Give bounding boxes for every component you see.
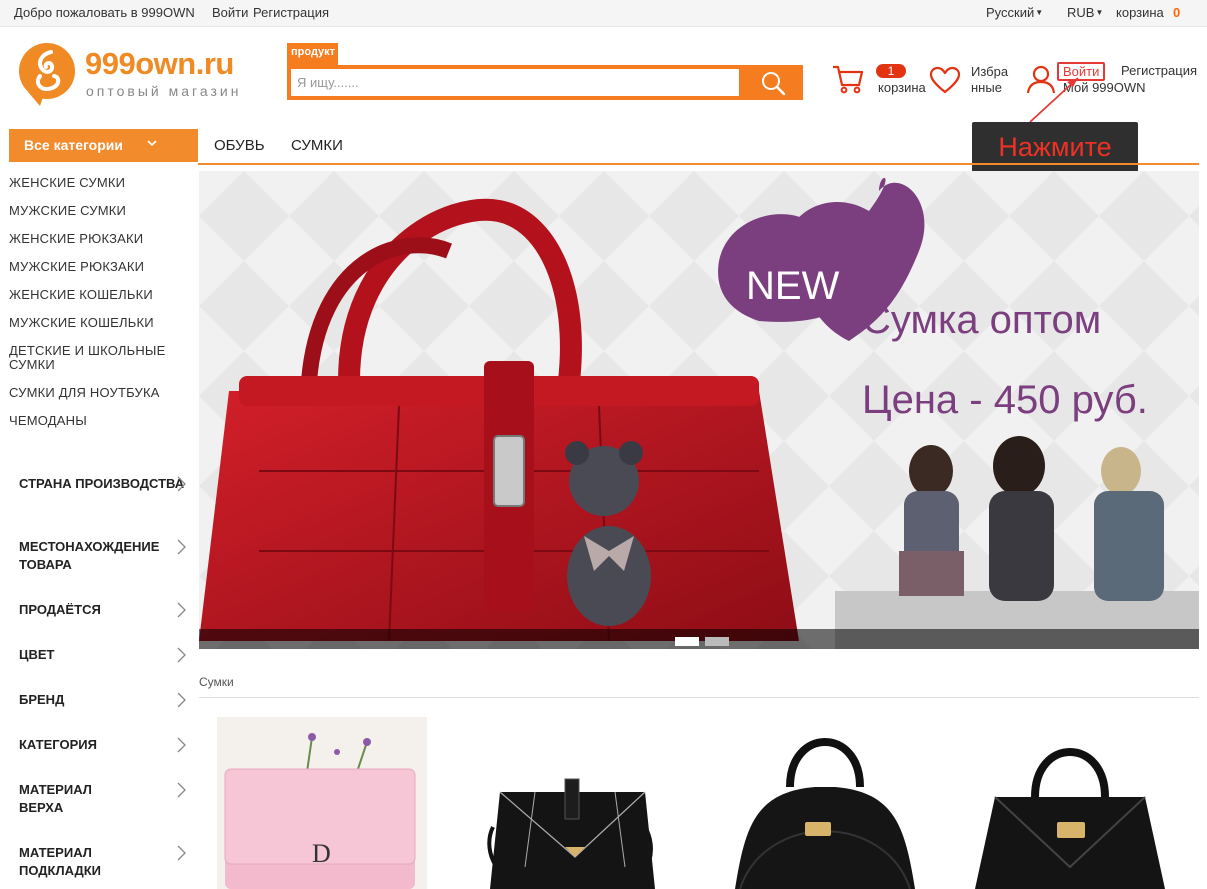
chevron-right-icon xyxy=(177,539,186,555)
banner-price: Цена - 450 руб. xyxy=(862,378,1148,422)
chevron-right-icon xyxy=(177,476,186,492)
filter-category[interactable]: КАТЕГОРИЯ xyxy=(19,736,189,754)
filter-lining-material[interactable]: МАТЕРИАЛ ПОДКЛАДКИ xyxy=(19,844,186,880)
chevron-right-icon xyxy=(177,602,186,618)
search-bar xyxy=(287,65,803,100)
chevron-right-icon xyxy=(177,737,186,753)
heart-icon[interactable] xyxy=(929,66,961,94)
section-divider xyxy=(199,697,1199,698)
logo-icon[interactable] xyxy=(18,42,76,106)
pointer-arrow-icon xyxy=(1029,77,1079,123)
category-link[interactable]: ЧЕМОДАНЫ xyxy=(9,414,179,428)
caret-down-icon: ▼ xyxy=(1035,8,1044,17)
filter-color[interactable]: ЦВЕТ xyxy=(19,646,189,664)
search-scope-tab[interactable]: продукт xyxy=(287,43,339,65)
top-login-link[interactable]: Войти xyxy=(212,5,248,20)
category-link[interactable]: СУМКИ ДЛЯ НОУТБУКА xyxy=(9,386,179,400)
product-image-black-envelope-bag xyxy=(465,717,675,889)
search-icon xyxy=(762,71,786,95)
cart-link[interactable]: корзина xyxy=(878,80,926,95)
register-link[interactable]: Регистрация xyxy=(1121,63,1197,78)
product-image-black-satchel xyxy=(715,717,925,889)
banner-new-badge: NEW xyxy=(746,264,840,308)
search-button[interactable] xyxy=(743,65,803,100)
product-card[interactable] xyxy=(465,717,675,889)
filter-country[interactable]: СТРАНА ПРОИЗВОДСТВА xyxy=(19,475,189,493)
category-link[interactable]: ЖЕНСКИЕ СУМКИ xyxy=(9,176,179,190)
welcome-text: Добро пожаловать в 999OWN xyxy=(14,5,195,20)
product-card[interactable]: D xyxy=(217,717,427,889)
category-link[interactable]: МУЖСКИЕ КОШЕЛЬКИ xyxy=(9,316,179,330)
slider-dot[interactable] xyxy=(705,637,729,646)
caret-down-icon: ▼ xyxy=(1095,8,1104,17)
language-select[interactable]: Русский▼ xyxy=(986,5,1043,20)
currency-select[interactable]: RUB▼ xyxy=(1067,5,1103,20)
category-link[interactable]: ДЕТСКИЕ И ШКОЛЬНЫЕ СУМКИ xyxy=(9,344,179,372)
category-link[interactable]: МУЖСКИЕ РЮКЗАКИ xyxy=(9,260,179,274)
category-list: ЖЕНСКИЕ СУМКИ МУЖСКИЕ СУМКИ ЖЕНСКИЕ РЮКЗ… xyxy=(9,176,179,442)
chevron-right-icon xyxy=(177,692,186,708)
filter-location[interactable]: МЕСТОНАХОЖДЕНИЕ ТОВАРА xyxy=(19,538,189,574)
product-card[interactable] xyxy=(965,717,1175,889)
logo-name[interactable]: 999own.ru xyxy=(85,46,234,82)
product-card[interactable] xyxy=(715,717,925,889)
nav-link-bags[interactable]: СУМКИ xyxy=(291,137,343,154)
svg-text:D: D xyxy=(312,839,331,868)
banner-artwork: NEW Сумка оптом Цена - 450 руб. xyxy=(199,171,1199,649)
promo-banner[interactable]: NEW Сумка оптом Цена - 450 руб. xyxy=(199,171,1199,649)
filter-upper-material[interactable]: МАТЕРИАЛ ВЕРХА xyxy=(19,781,186,817)
logo-tagline: оптовый магазин xyxy=(86,83,242,99)
favorites-link[interactable]: Избранные xyxy=(971,64,1011,96)
banner-headline: Сумка оптом xyxy=(862,298,1101,342)
filter-brand[interactable]: БРЕНД xyxy=(19,691,189,709)
nav-underline xyxy=(198,163,1199,165)
product-image-pink-bag: D xyxy=(217,717,427,889)
nav-link-shoes[interactable]: ОБУВЬ xyxy=(214,137,265,154)
category-link[interactable]: ЖЕНСКИЕ РЮКЗАКИ xyxy=(9,232,179,246)
chevron-right-icon xyxy=(177,647,186,663)
product-image-black-tote xyxy=(965,717,1175,889)
filter-sold[interactable]: ПРОДАЁТСЯ xyxy=(19,601,189,619)
cart-count-badge: 1 xyxy=(876,64,906,78)
chevron-right-icon xyxy=(177,782,186,798)
top-register-link[interactable]: Регистрация xyxy=(253,5,329,20)
slider-dot-active[interactable] xyxy=(675,637,699,646)
chevron-right-icon xyxy=(177,845,186,861)
category-link[interactable]: МУЖСКИЕ СУМКИ xyxy=(9,204,179,218)
section-breadcrumb[interactable]: Сумки xyxy=(199,675,234,689)
cart-icon[interactable] xyxy=(831,63,865,95)
category-link[interactable]: ЖЕНСКИЕ КОШЕЛЬКИ xyxy=(9,288,179,302)
top-cart-link[interactable]: корзина xyxy=(1116,5,1164,20)
all-categories-button[interactable]: Все категории xyxy=(9,129,198,162)
top-cart-count: 0 xyxy=(1173,5,1181,20)
search-input[interactable] xyxy=(291,69,739,96)
top-bar: Добро пожаловать в 999OWN Войти Регистра… xyxy=(0,0,1207,27)
chevron-down-icon xyxy=(147,140,157,147)
slider-bar xyxy=(199,629,1199,649)
